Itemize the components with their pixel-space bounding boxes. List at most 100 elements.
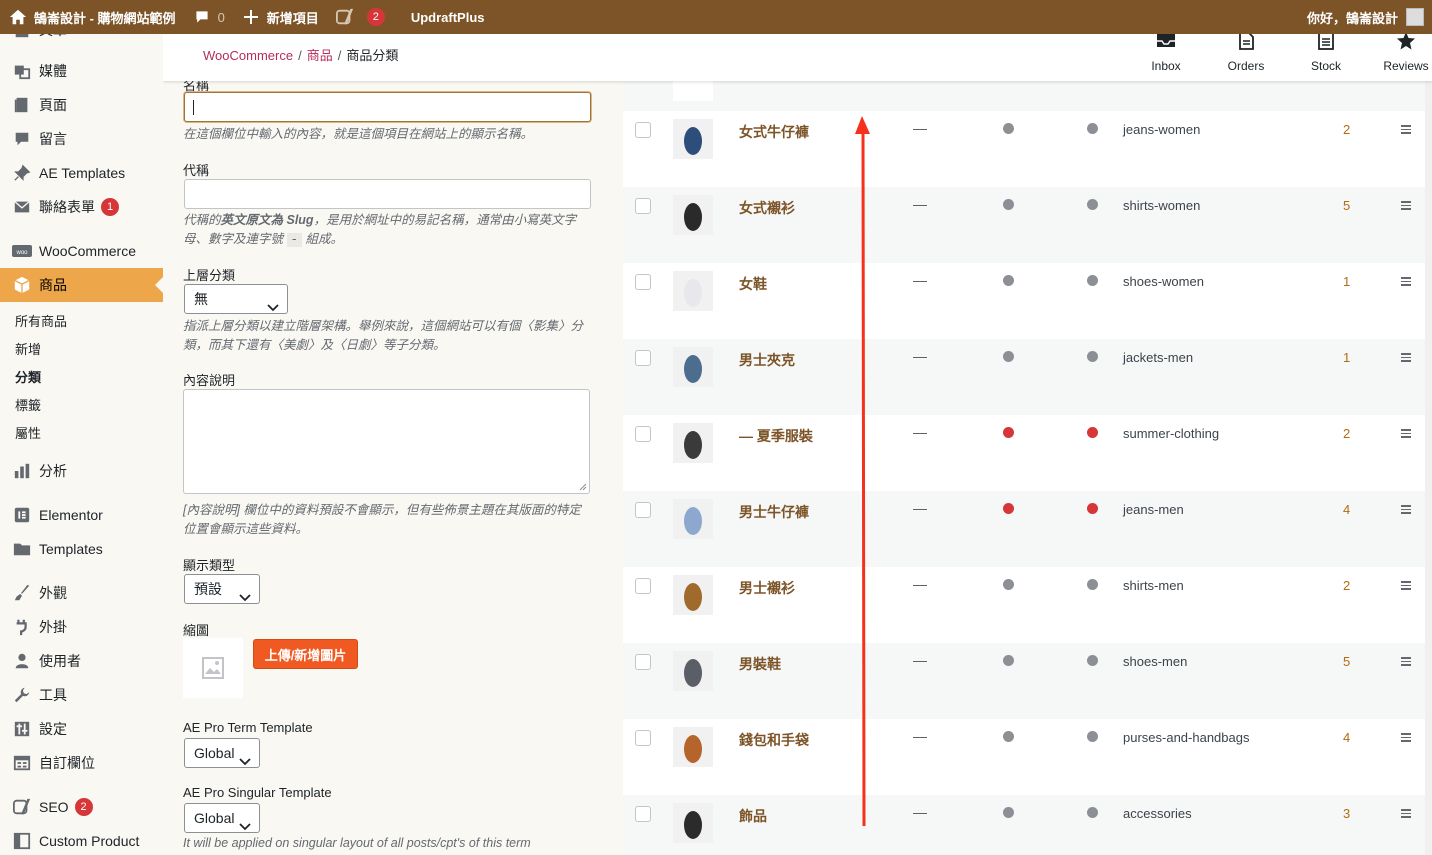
drag-handle-icon[interactable] (1401, 733, 1411, 742)
row-checkbox[interactable] (635, 426, 651, 442)
sidebar-item-users[interactable]: 使用者 (0, 644, 163, 678)
row-checkbox[interactable] (635, 502, 651, 518)
row-category-name[interactable]: 男士牛仔褲 (739, 502, 809, 522)
submenu-attributes[interactable]: 屬性 (0, 420, 163, 448)
sidebar-item-posts[interactable]: 文章 (0, 34, 163, 40)
row-checkbox[interactable] (635, 578, 651, 594)
sidebar-item-pages[interactable]: 頁面 (0, 88, 163, 122)
yoast-icon (335, 7, 355, 27)
row-category-name[interactable]: 男裝鞋 (739, 654, 781, 674)
row-count-link[interactable]: 3 (1343, 806, 1350, 821)
row-category-name[interactable]: — 夏季服裝 (739, 426, 813, 446)
submenu-add-new[interactable]: 新增 (0, 336, 163, 364)
chevron-down-icon (267, 294, 279, 312)
sidebar-item-comments[interactable]: 留言 (0, 122, 163, 156)
parent-label: 上層分類 (183, 268, 236, 283)
sidebar-item-label: 商品 (39, 277, 67, 293)
drag-handle-icon[interactable] (1401, 505, 1411, 514)
tab-orders[interactable]: Orders (1206, 32, 1286, 81)
row-slug: jeans-men (1123, 502, 1184, 517)
sidebar-item-analytics[interactable]: 分析 (0, 454, 163, 488)
drag-handle-icon[interactable] (1401, 809, 1411, 818)
sidebar-item-appearance[interactable]: 外觀 (0, 576, 163, 610)
row-checkbox[interactable] (635, 654, 651, 670)
row-category-name[interactable]: 女式牛仔褲 (739, 122, 809, 142)
sidebar-item-plugins[interactable]: 外掛 (0, 610, 163, 644)
row-count-link[interactable]: 5 (1343, 654, 1350, 669)
mail-icon (12, 197, 32, 217)
drag-handle-icon[interactable] (1401, 125, 1411, 134)
row-count-link[interactable]: 5 (1343, 198, 1350, 213)
row-count-link[interactable]: 4 (1343, 502, 1350, 517)
row-category-name[interactable]: 女鞋 (739, 274, 767, 294)
admin-sidebar: 文章 媒體 頁面 留言 AE Templates 聯絡表單 1 woo WooC… (0, 34, 163, 855)
sidebar-item-woocommerce[interactable]: woo WooCommerce (0, 234, 163, 268)
sidebar-item-tools[interactable]: 工具 (0, 678, 163, 712)
tab-inbox[interactable]: Inbox (1126, 33, 1206, 81)
row-category-name[interactable]: 男士襯衫 (739, 578, 795, 598)
row-count-link[interactable]: 1 (1343, 350, 1350, 365)
row-checkbox[interactable] (635, 274, 651, 290)
avatar (1406, 8, 1424, 26)
tab-stock[interactable]: Stock (1286, 32, 1366, 81)
site-name-link[interactable]: 鵠崙設計 - 購物網站範例 (0, 0, 184, 34)
row-description: — (913, 500, 927, 516)
submenu-all-products[interactable]: 所有商品 (0, 308, 163, 336)
row-thumbnail (673, 119, 713, 159)
description-textarea[interactable] (183, 389, 590, 494)
breadcrumb-woocommerce[interactable]: WooCommerce (203, 48, 293, 63)
breadcrumb-products[interactable]: 商品 (307, 48, 333, 63)
sidebar-item-ae-templates[interactable]: AE Templates (0, 156, 163, 190)
row-count-link[interactable]: 2 (1343, 426, 1350, 441)
tab-reviews[interactable]: Reviews (1366, 32, 1432, 81)
sidebar-item-custom-product[interactable]: Custom Product (0, 824, 163, 855)
my-account-link[interactable]: 你好，鵠崙設計 (1299, 0, 1432, 34)
submenu-tags[interactable]: 標籤 (0, 392, 163, 420)
row-checkbox[interactable] (635, 122, 651, 138)
sidebar-item-contact-form[interactable]: 聯絡表單 1 (0, 190, 163, 224)
sidebar-item-custom-fields[interactable]: 自訂欄位 (0, 746, 163, 780)
sidebar-item-settings[interactable]: 設定 (0, 712, 163, 746)
updraftplus-link[interactable]: UpdraftPlus (393, 0, 493, 34)
upload-image-button[interactable]: 上傳/新增圖片 (253, 639, 358, 669)
sidebar-item-media[interactable]: 媒體 (0, 54, 163, 88)
comments-link[interactable]: 0 (184, 0, 233, 34)
sidebar-item-templates[interactable]: Templates (0, 532, 163, 566)
drag-handle-icon[interactable] (1401, 429, 1411, 438)
drag-handle-icon[interactable] (1401, 353, 1411, 362)
row-count-link[interactable]: 2 (1343, 122, 1350, 137)
row-checkbox[interactable] (635, 806, 651, 822)
row-category-name[interactable]: 女式襯衫 (739, 198, 795, 218)
name-input[interactable] (184, 92, 591, 122)
drag-handle-icon[interactable] (1401, 277, 1411, 286)
parent-select[interactable]: 無 (184, 284, 288, 314)
row-category-name[interactable]: 飾品 (739, 806, 767, 826)
row-checkbox[interactable] (635, 198, 651, 214)
row-count-link[interactable]: 2 (1343, 578, 1350, 593)
row-category-name[interactable]: 錢包和手袋 (739, 730, 809, 750)
row-count-link[interactable]: 1 (1343, 274, 1350, 289)
row-checkbox[interactable] (635, 350, 651, 366)
drag-handle-icon[interactable] (1401, 581, 1411, 590)
sidebar-item-products[interactable]: 商品 (0, 268, 163, 302)
drag-handle-icon[interactable] (1401, 657, 1411, 666)
sidebar-item-label: 頁面 (39, 97, 67, 113)
row-thumbnail (673, 347, 713, 387)
row-category-name[interactable]: 男士夾克 (739, 350, 795, 370)
chevron-down-icon (239, 584, 251, 602)
table-row: — 夏季服裝 — summer-clothing 2 (623, 415, 1425, 491)
row-checkbox[interactable] (635, 730, 651, 746)
drag-handle-icon[interactable] (1401, 201, 1411, 210)
sidebar-item-elementor[interactable]: Elementor (0, 498, 163, 532)
yoast-link[interactable]: 2 (327, 0, 393, 34)
display-type-select[interactable]: 預設 (184, 574, 260, 604)
row-count-link[interactable]: 4 (1343, 730, 1350, 745)
new-content-link[interactable]: 新增項目 (233, 0, 327, 34)
sidebar-item-seo[interactable]: SEO 2 (0, 790, 163, 824)
slug-input[interactable] (184, 179, 591, 209)
submenu-categories[interactable]: 分類 (0, 364, 163, 392)
ae-singular-template-select[interactable]: Global (184, 803, 260, 833)
ae-term-template-select[interactable]: Global (184, 738, 260, 768)
row-status-dot (1003, 351, 1014, 362)
ae-term-template-label: AE Pro Term Template (183, 720, 313, 735)
